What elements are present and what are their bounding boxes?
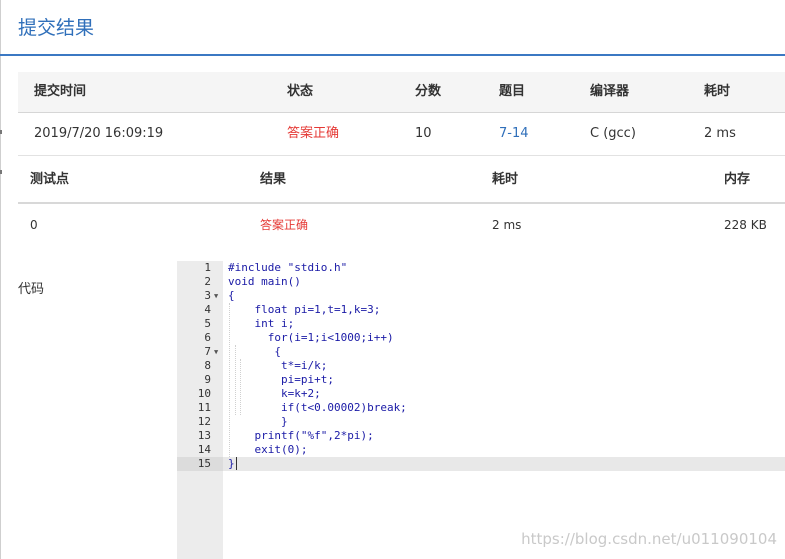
testcase-id: 0	[30, 218, 38, 232]
line-number: 11	[197, 401, 211, 414]
code-line: {	[228, 289, 235, 302]
compiler-value: C (gcc)	[590, 126, 636, 141]
code-line: if(t<0.00002)break;	[228, 401, 407, 414]
line-number: 12	[197, 415, 211, 428]
line-number: 8	[204, 359, 211, 372]
problem-link[interactable]: 7-14	[499, 112, 529, 155]
testcase-memory: 228 KB	[724, 218, 767, 232]
left-edge-divider	[0, 0, 1, 559]
score-value: 10	[415, 126, 432, 141]
code-line: }	[228, 457, 235, 470]
duration-value: 2 ms	[704, 126, 736, 141]
line-number: 15	[197, 457, 211, 470]
col-testcase-duration: 耗时	[492, 172, 519, 187]
col-compiler: 编译器	[590, 84, 630, 99]
line-number: 2	[204, 275, 211, 288]
code-line: printf("%f",2*pi);	[228, 429, 374, 442]
code-line: t*=i/k;	[228, 359, 328, 372]
line-number: 7	[204, 345, 211, 358]
code-line: #include "stdio.h"	[228, 261, 348, 274]
line-number: 1	[204, 261, 211, 274]
page-title: 提交结果	[18, 17, 95, 39]
submission-table-header: 提交时间 状态 分数 题目 编译器 耗时	[18, 72, 785, 113]
text-cursor	[236, 457, 237, 470]
indent-guide	[235, 345, 236, 415]
line-number: 13	[197, 429, 211, 442]
line-number: 9	[204, 373, 211, 386]
active-line-highlight	[223, 457, 785, 471]
col-problem: 题目	[499, 84, 526, 99]
line-number: 5	[204, 317, 211, 330]
code-line: exit(0);	[228, 443, 308, 456]
code-line: }	[228, 415, 288, 428]
submit-time-value: 2019/7/20 16:09:19	[34, 126, 164, 141]
indent-guide	[240, 359, 241, 415]
table-row: 0 答案正确 2 ms 228 KB	[18, 204, 785, 246]
line-number: 14	[197, 443, 211, 456]
testcase-duration: 2 ms	[492, 218, 522, 232]
watermark: https://blog.csdn.net/u011090104	[521, 530, 777, 548]
code-editor[interactable]: 1 2 3 ▼ 4 5 6 7 ▼ 8 9 10 11 12 13 14 15 #include "stdio.…	[177, 261, 785, 559]
line-number: 10	[197, 387, 211, 400]
status-badge: 答案正确	[287, 126, 340, 141]
col-score: 分数	[415, 84, 442, 99]
col-testcase: 测试点	[30, 172, 70, 187]
code-line: k=k+2;	[228, 387, 321, 400]
line-number: 3	[204, 289, 211, 302]
col-memory: 内存	[724, 172, 751, 187]
code-line: void main()	[228, 275, 301, 288]
fold-arrow-icon[interactable]: ▼	[214, 289, 218, 303]
code-line: pi=pi+t;	[228, 373, 334, 386]
col-duration: 耗时	[704, 84, 731, 99]
code-line: float pi=1,t=1,k=3;	[228, 303, 381, 316]
indent-guide	[229, 303, 230, 457]
code-label: 代码	[18, 282, 45, 297]
line-number: 6	[204, 331, 211, 344]
col-status: 状态	[287, 84, 314, 99]
testcase-result: 答案正确	[260, 218, 309, 232]
code-line: for(i=1;i<1000;i++)	[228, 331, 394, 344]
line-number-gutter: 1 2 3 ▼ 4 5 6 7 ▼ 8 9 10 11 12 13 14 15	[177, 261, 223, 559]
testcase-table-header: 测试点 结果 耗时 内存	[18, 158, 785, 204]
page-header: 提交结果	[0, 0, 785, 56]
col-result: 结果	[260, 172, 287, 187]
fold-arrow-icon[interactable]: ▼	[214, 345, 218, 359]
col-submit-time: 提交时间	[34, 84, 87, 99]
code-line: int i;	[228, 317, 295, 330]
submission-row: 2019/7/20 16:09:19 答案正确 10 7-14 C (gcc) …	[18, 112, 785, 156]
line-number: 4	[204, 303, 211, 316]
